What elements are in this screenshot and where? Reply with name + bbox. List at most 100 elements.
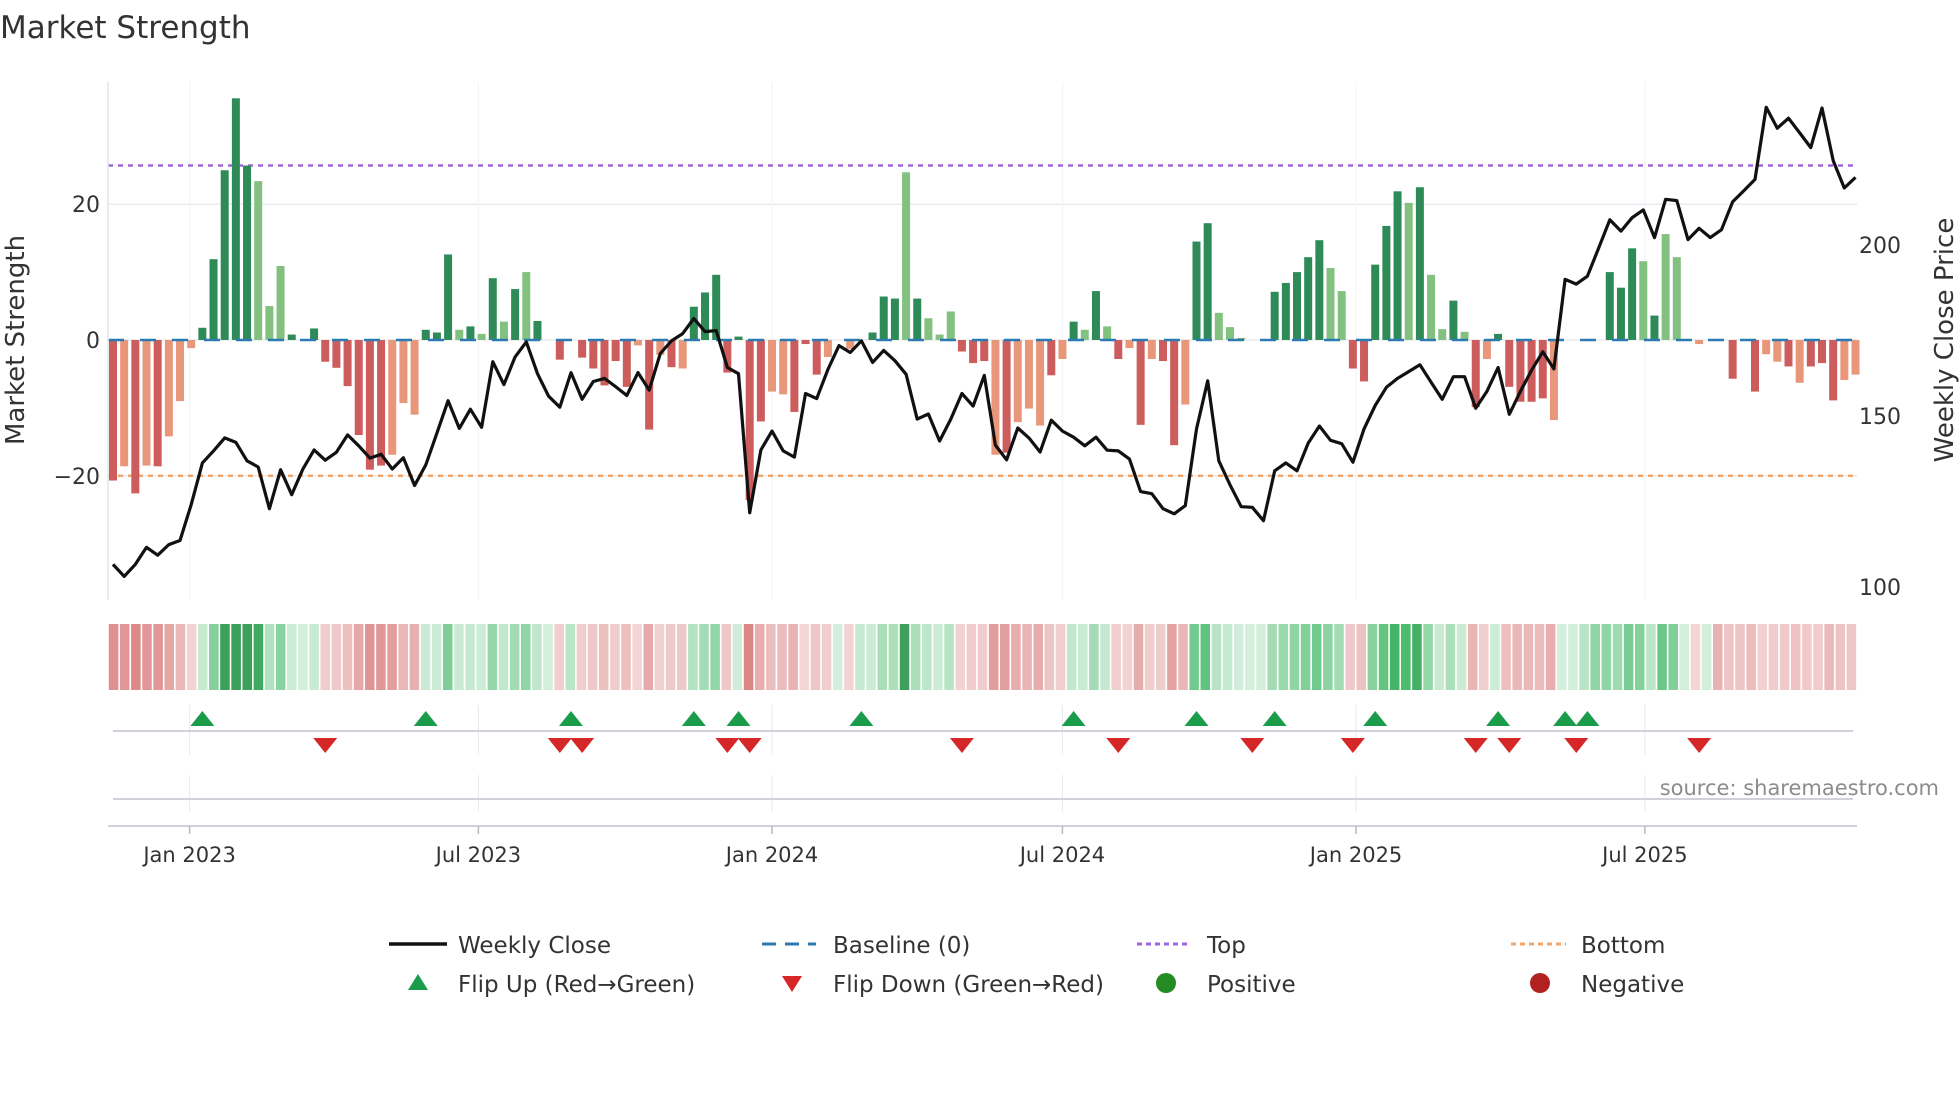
strip-cell [587,624,598,690]
flip-up-icon [1575,711,1600,726]
strip-cell [955,624,965,690]
y-axis-label: Market Strength [1,235,31,445]
strength-bar [354,339,363,436]
flip-up-icon [1061,711,1086,726]
strip-cell [520,624,531,690]
strength-bar [801,339,810,345]
strength-bar [164,339,173,437]
strength-bar [1773,339,1782,362]
strip-cell [1835,624,1846,690]
strength-bar [1393,191,1402,340]
strength-bar [243,165,252,340]
strength-bar [1091,291,1100,340]
strip-cell [298,624,308,690]
strip-cell [554,624,564,690]
strip-cell [320,624,331,690]
strip-cell [242,624,253,690]
strength-bar [1628,248,1637,340]
strength-bar [1103,326,1112,340]
strength-bar [388,339,397,455]
strength-bar [622,339,631,387]
strength-bar [1203,223,1212,340]
strip-cell [721,624,732,690]
strip-cell [365,624,375,690]
strength-bar [1750,339,1759,392]
strength-bar [466,326,475,340]
strip-cell [966,624,977,690]
strip-cell [710,624,720,690]
strength-bar [399,339,408,404]
strip-cell [1523,624,1534,690]
strength-bar [1851,339,1860,375]
flip-down-icon [1564,738,1589,753]
strip-cell [1222,624,1233,690]
strength-bar [1840,339,1849,381]
strength-bar [1013,339,1022,423]
strip-cell [1367,624,1378,690]
strength-bar [1672,257,1681,340]
strength-bar [1058,339,1067,359]
strip-cell [509,624,520,690]
strip-cell [598,624,609,690]
strength-bar [209,259,218,340]
flip-down-icon [1240,738,1265,753]
strength-bar [1449,300,1458,340]
flip-down-icon [313,738,338,753]
strip-cell [877,624,888,690]
strength-bar [1728,339,1737,379]
strength-bar [1158,339,1167,362]
strip-cell [944,624,954,690]
flip-down-icon [1687,738,1712,753]
strength-bar [779,339,788,395]
strength-bar [421,329,430,340]
flip-down-icon [547,738,572,753]
strength-bar [1360,339,1369,382]
strength-bar [1616,287,1625,340]
strip-cell [788,624,798,690]
strip-cell [1456,624,1467,690]
x-tick-label: Jul 2025 [1600,843,1687,867]
strip-cell [1256,624,1266,690]
strip-cell [766,624,776,690]
legend-positive-icon [1156,973,1176,993]
strip-cell [153,624,163,690]
strength-bar [980,339,989,362]
strip-cell [799,624,810,690]
strength-bar [1482,339,1491,359]
strip-cell [665,624,676,690]
strip-cell [231,624,241,690]
x-tick-label: Jul 2024 [1018,843,1105,867]
strip-cell [1590,624,1600,690]
strength-bar [1024,339,1033,409]
flip-down-icon [737,738,762,753]
strip-cell [1412,624,1422,690]
strength-bar [153,339,162,467]
strip-cell [1735,624,1745,690]
strength-bar [611,339,620,362]
strip-cell [1712,624,1723,690]
market-strength-chart: Market Strength −20 0 20 100 150 200 Jan 2023… [0,10,1960,998]
strip-cell [1690,624,1701,690]
strip-cell [1122,624,1133,690]
strip-cell [1434,624,1445,690]
strength-bar [1538,339,1547,399]
strip-cell [220,624,230,690]
strength-bar [332,339,341,368]
strip-cell [565,624,576,690]
strip-cell [1167,624,1177,690]
strength-bar [1326,268,1335,340]
strip-cell [264,624,275,690]
flip-down-icon [1106,738,1131,753]
strip-cell [699,624,709,690]
strength-bar [678,339,687,369]
strip-cell [454,624,464,690]
y2-tick-label: 100 [1859,576,1901,601]
strength-bar [969,339,978,364]
strength-bar [1829,339,1838,401]
legend-flip-down: Flip Down (Green→Red) [833,972,1104,998]
strength-bar [265,306,274,340]
strength-bar [310,328,319,340]
strength-bar [1404,202,1413,340]
strip-cell [1245,624,1255,690]
strip-cell [1479,624,1489,690]
